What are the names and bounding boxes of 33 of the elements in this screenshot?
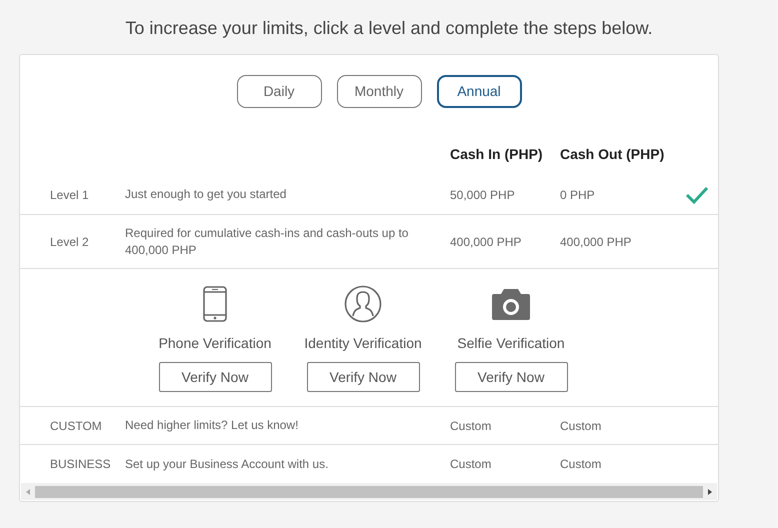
verification-label: Selfie Verification — [457, 334, 565, 353]
level-description: Set up your Business Account with us. — [125, 456, 330, 472]
level-description: Need higher limits? Let us know! — [125, 417, 300, 434]
instruction-heading: To increase your limits, click a level and complete the steps below. — [125, 18, 653, 38]
period-tab[interactable]: Monthly — [336, 75, 422, 108]
camera-icon — [491, 287, 531, 321]
scrollbar-thumb[interactable] — [35, 486, 703, 498]
phone-icon — [202, 286, 228, 322]
cash-out-cell-text: 400,000 PHP — [560, 234, 632, 250]
column-header: Cash Out (PHP) — [560, 145, 666, 164]
level-name: Level 2 — [49, 234, 90, 250]
cash-in-cell-text: Custom — [450, 418, 492, 434]
verification-label: Identity Verification — [304, 334, 422, 353]
person-icon — [344, 285, 382, 323]
cash-out-cell-text: Custom — [560, 418, 602, 434]
level-description: Required for cumulative cash-ins and cash-outs up to 400,000 PHP — [125, 224, 410, 258]
verification-label: Phone Verification — [158, 334, 272, 353]
cash-in-cell-text: 400,000 PHP — [450, 234, 522, 250]
period-tab[interactable]: Daily — [236, 75, 322, 108]
cash-in-cell-text: 50,000 PHP — [450, 186, 516, 204]
verify-now-button[interactable]: Verify Now — [454, 362, 568, 392]
verify-now-button[interactable]: Verify Now — [158, 362, 272, 392]
cash-in-cell-text: Custom — [450, 456, 492, 473]
level-name: BUSINESS — [49, 456, 112, 473]
period-tab[interactable]: Annual — [436, 75, 522, 108]
column-header: Cash In (PHP) — [450, 145, 544, 164]
cash-out-cell-text: 0 PHP — [560, 186, 596, 204]
horizontal-scrollbar[interactable] — [21, 483, 717, 500]
level-name: Level 1 — [49, 186, 90, 204]
verify-now-button[interactable]: Verify Now — [306, 362, 420, 392]
level-name: CUSTOM — [49, 418, 103, 434]
cash-out-cell-text: Custom — [560, 456, 602, 473]
level-description: Just enough to get you started — [125, 186, 288, 203]
